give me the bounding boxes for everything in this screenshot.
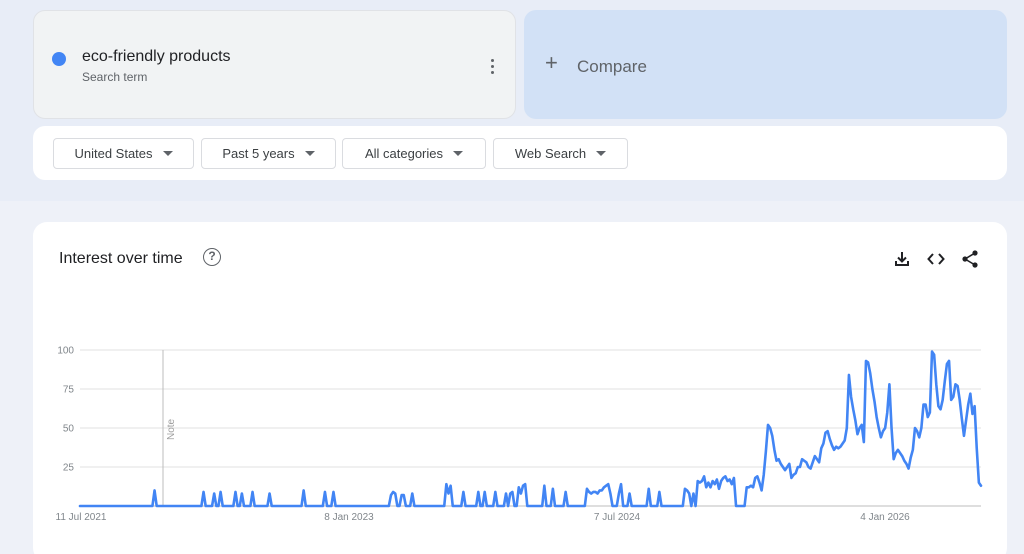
chevron-down-icon — [596, 151, 607, 156]
y-tick-label: 75 — [63, 385, 75, 396]
more-options-icon[interactable] — [484, 55, 500, 77]
chevron-down-icon — [162, 151, 173, 156]
y-axis-labels: 25 50 75 100 — [57, 346, 74, 474]
time-range-filter-dropdown[interactable]: Past 5 years — [201, 138, 336, 169]
note-marker-label[interactable]: Note — [166, 418, 177, 440]
y-tick-label: 100 — [57, 346, 74, 357]
region-filter-dropdown[interactable]: United States — [53, 138, 194, 169]
chevron-down-icon — [304, 151, 315, 156]
x-axis-labels: 11 Jul 2021 8 Jan 2023 7 Jul 2024 4 Jan 202… — [56, 512, 911, 523]
term-color-dot — [52, 52, 66, 66]
search-term-name: eco-friendly products — [82, 48, 231, 65]
chevron-down-icon — [453, 151, 464, 156]
x-tick-label: 7 Jul 2024 — [594, 512, 641, 523]
filter-bar: United States Past 5 years All categorie… — [33, 126, 1007, 180]
y-tick-label: 25 — [63, 463, 75, 474]
x-tick-label: 8 Jan 2023 — [324, 512, 374, 523]
search-term-card[interactable]: eco-friendly products Search term — [33, 10, 516, 119]
search-type-filter-dropdown[interactable]: Web Search — [493, 138, 628, 169]
category-filter-label: All categories — [364, 146, 444, 161]
series-line — [78, 350, 983, 508]
region-filter-label: United States — [74, 146, 153, 161]
time-range-filter-label: Past 5 years — [222, 146, 295, 161]
x-tick-label: 11 Jul 2021 — [56, 512, 107, 523]
plus-icon: + — [545, 50, 558, 75]
compare-button[interactable]: + Compare — [524, 10, 1007, 119]
y-tick-label: 50 — [63, 424, 75, 435]
interest-line-chart: 25 50 75 100 11 Jul 2021 8 Jan 2023 7 Jul 202… — [56, 346, 983, 523]
interest-over-time-card: Interest over time ? 25 50 75 100 11 Jul 20… — [33, 222, 1007, 554]
compare-label: Compare — [577, 57, 647, 76]
x-tick-label: 4 Jan 2026 — [860, 512, 910, 523]
search-type-filter-label: Web Search — [514, 146, 587, 161]
search-term-type: Search term — [82, 70, 148, 84]
category-filter-dropdown[interactable]: All categories — [342, 138, 486, 169]
